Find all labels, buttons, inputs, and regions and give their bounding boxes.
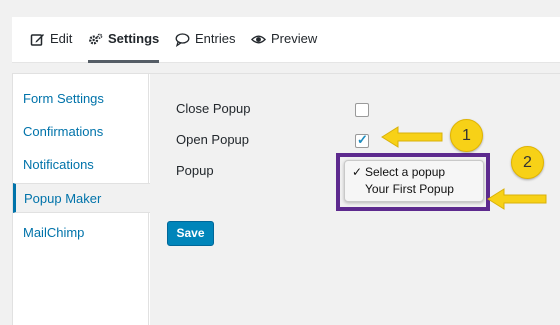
form-tabs-bar: Edit Settings Entries Preview — [12, 17, 560, 63]
close-popup-label: Close Popup — [176, 101, 251, 116]
sidebar-item-mailchimp[interactable]: MailChimp — [13, 218, 149, 248]
highlight-box — [336, 153, 490, 211]
gear-icon — [88, 32, 103, 47]
tab-preview-label: Preview — [271, 31, 318, 46]
settings-sidebar: Form Settings Confirmations Notification… — [13, 74, 150, 325]
tab-entries[interactable]: Entries — [175, 31, 235, 63]
tab-preview[interactable]: Preview — [251, 31, 317, 63]
speech-bubble-icon — [175, 32, 190, 47]
sidebar-item-confirmations[interactable]: Confirmations — [13, 117, 149, 147]
open-popup-label: Open Popup — [176, 132, 250, 147]
popup-label: Popup — [176, 163, 214, 178]
sidebar-item-popup-maker[interactable]: Popup Maker — [13, 183, 150, 213]
annotation-badge-2: 2 — [511, 146, 544, 179]
save-button[interactable]: Save — [167, 221, 214, 246]
sidebar-item-form-settings[interactable]: Form Settings — [13, 84, 149, 114]
close-popup-checkbox[interactable] — [355, 103, 369, 117]
eye-icon — [251, 32, 266, 47]
tab-settings[interactable]: Settings — [88, 31, 160, 63]
checkmark-icon: ✓ — [357, 132, 368, 147]
tab-settings-label: Settings — [108, 31, 160, 46]
edit-icon — [30, 32, 45, 47]
arrow-2-icon — [487, 188, 547, 210]
tab-entries-label: Entries — [195, 31, 236, 46]
settings-panel: Form Settings Confirmations Notification… — [12, 73, 560, 325]
tab-edit-label: Edit — [50, 31, 73, 46]
open-popup-checkbox[interactable]: ✓ — [355, 132, 369, 148]
tab-edit[interactable]: Edit — [30, 31, 72, 63]
sidebar-item-notifications[interactable]: Notifications — [13, 150, 149, 180]
arrow-1-icon — [381, 126, 443, 148]
annotation-badge-1: 1 — [450, 119, 483, 152]
